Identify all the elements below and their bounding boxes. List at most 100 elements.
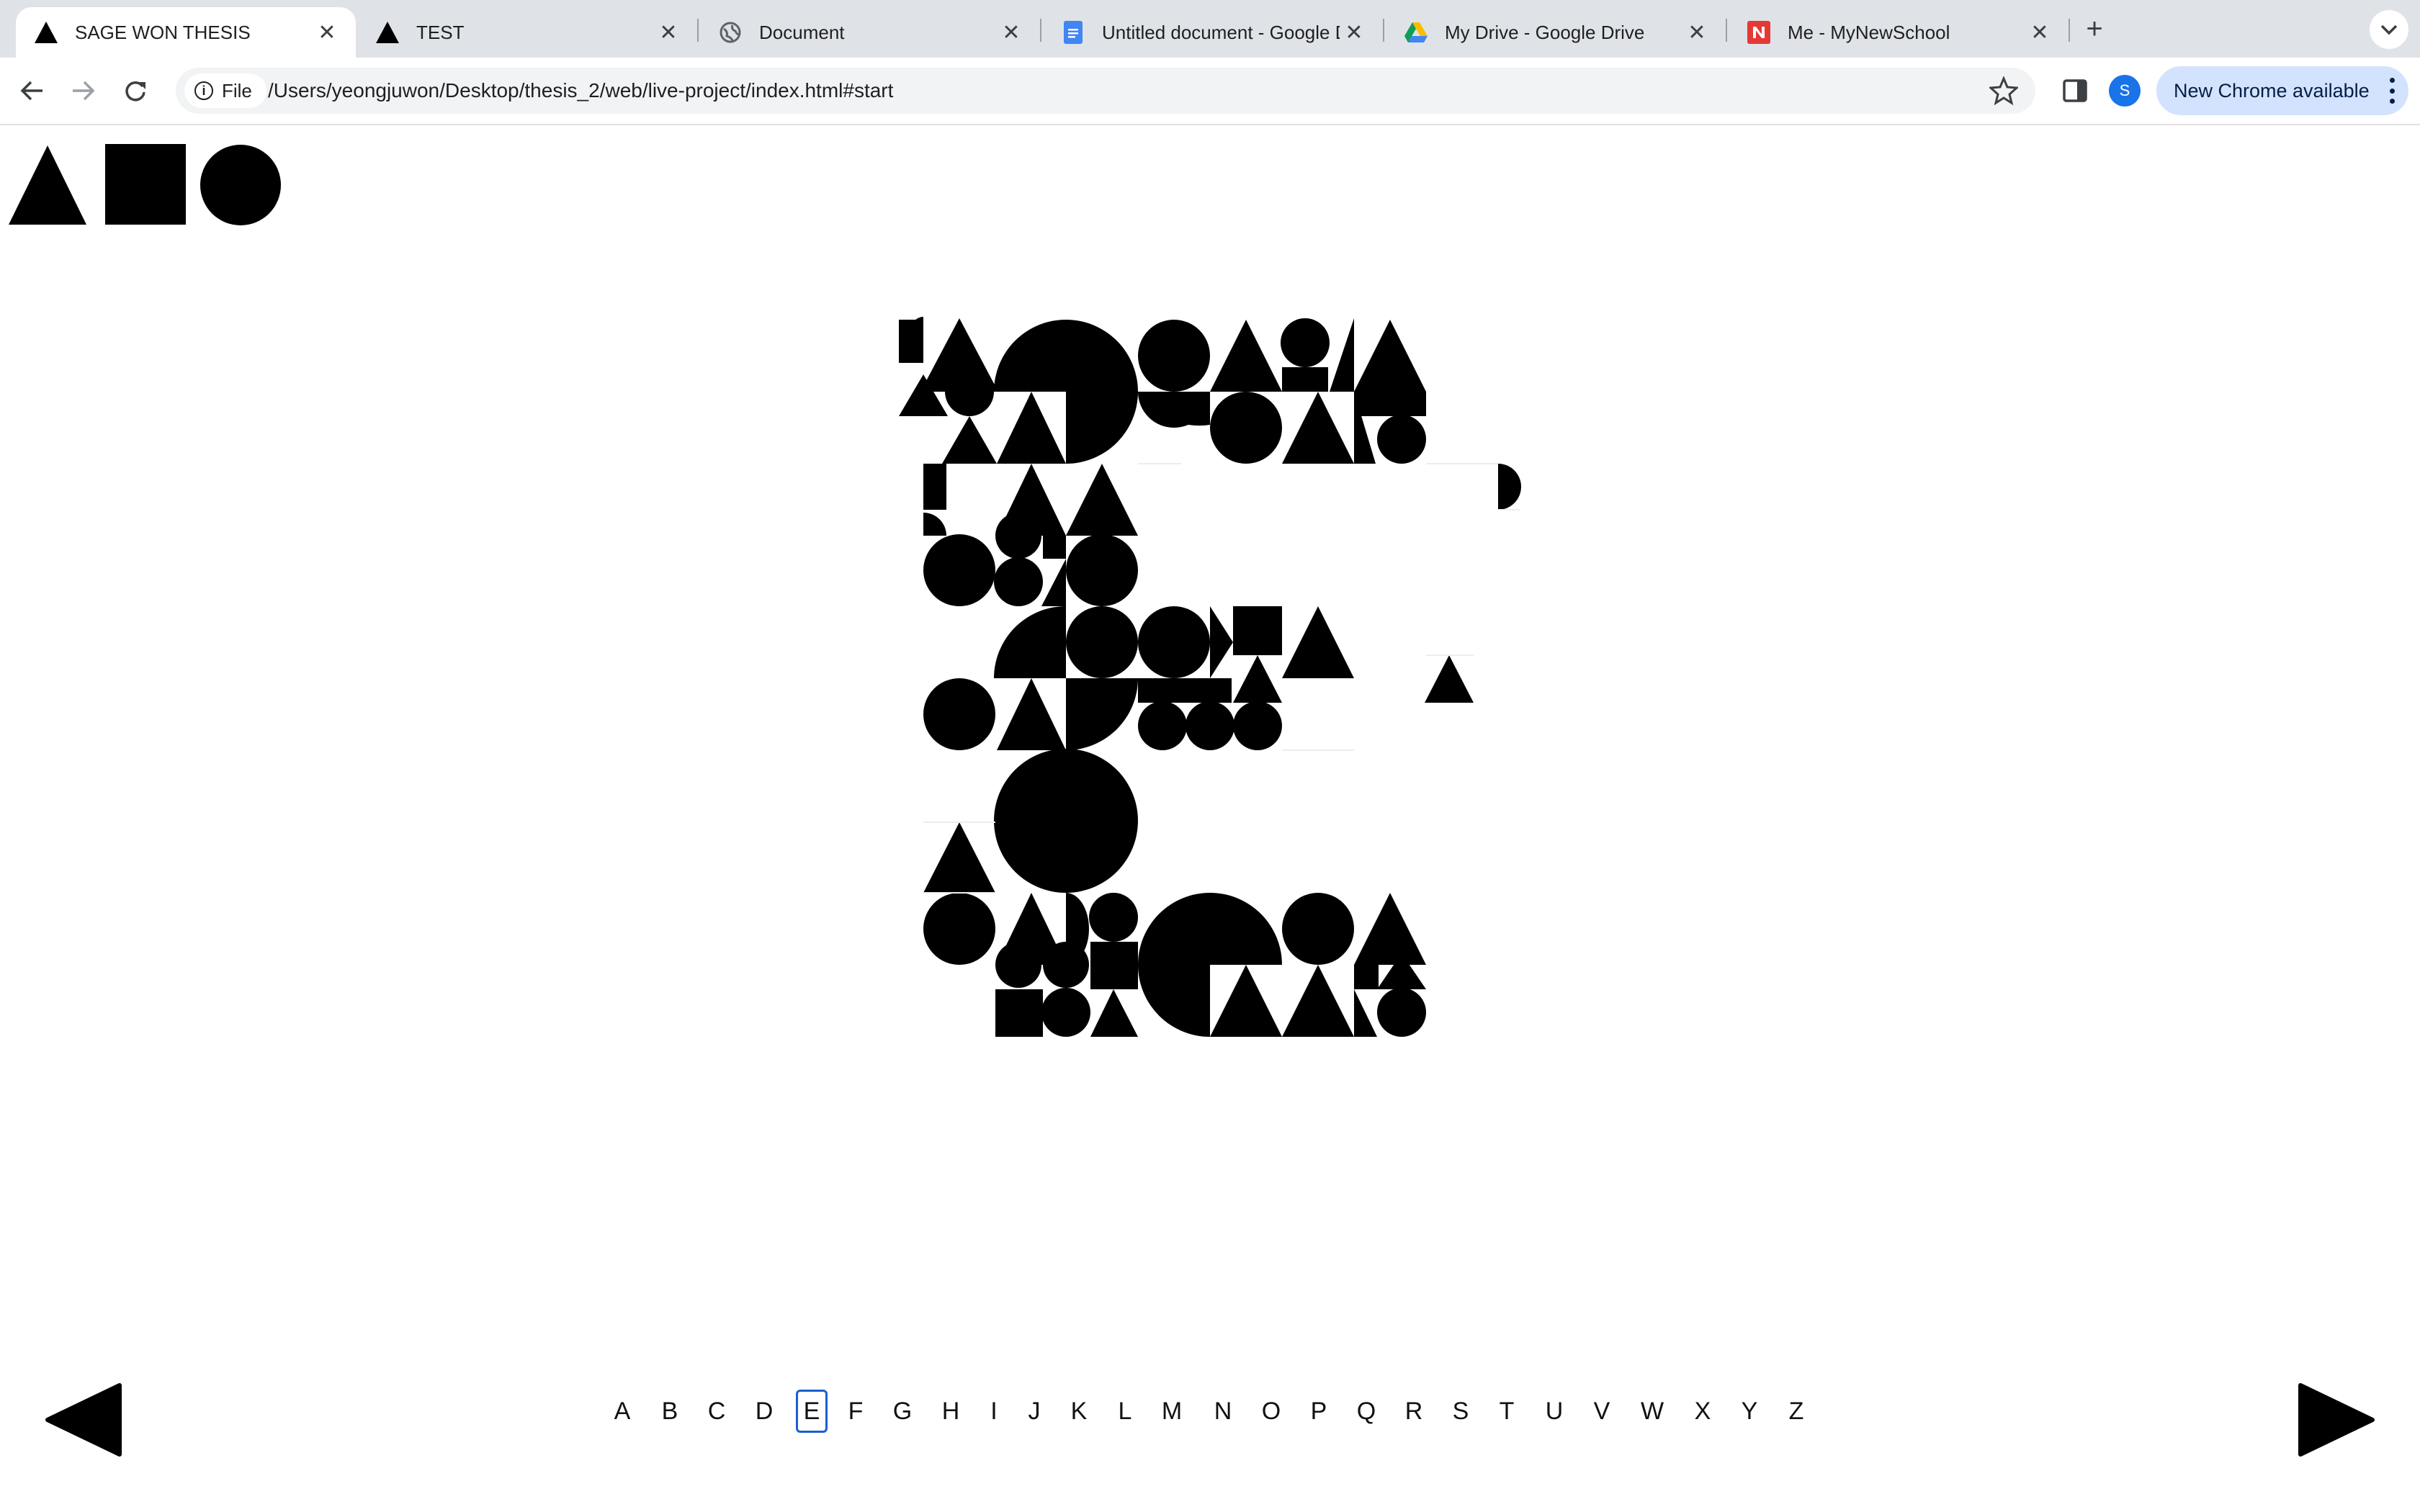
triangle-shape: [899, 374, 948, 416]
circle-shape: [923, 893, 995, 965]
triangle-shape: [1282, 606, 1354, 678]
triangle-shape: [997, 464, 1066, 536]
tab-title: TEST: [416, 21, 465, 43]
bookmark-star-icon[interactable]: [1989, 76, 2018, 105]
tab-google-drive[interactable]: My Drive - Google Drive ✕: [1386, 7, 1726, 58]
side-panel-icon[interactable]: [2058, 73, 2093, 108]
previous-letter-button[interactable]: [45, 1382, 122, 1457]
circle-shape: [1233, 701, 1282, 750]
circle-shape: [1377, 988, 1426, 1037]
chevron-down-icon: [2380, 24, 2398, 35]
square-shape: [899, 320, 923, 363]
letter-link-m[interactable]: M: [1160, 1390, 1184, 1433]
tab-test[interactable]: TEST ✕: [357, 7, 697, 58]
letter-link-p[interactable]: P: [1307, 1390, 1331, 1433]
letter-link-j[interactable]: J: [1022, 1390, 1047, 1433]
square-shape: [923, 464, 946, 510]
circle-shape: [1138, 606, 1210, 678]
tab-strip: SAGE WON THESIS ✕ TEST ✕ Document ✕ Unti…: [0, 0, 2420, 58]
close-icon[interactable]: ✕: [997, 18, 1026, 47]
letter-link-a[interactable]: A: [610, 1390, 635, 1433]
close-icon[interactable]: ✕: [1682, 18, 1711, 47]
tab-sage-won-thesis[interactable]: SAGE WON THESIS ✕: [16, 7, 356, 58]
close-icon[interactable]: ✕: [313, 18, 341, 47]
quarter-circle-shape: [1138, 392, 1210, 426]
site-info-chip[interactable]: i File: [184, 73, 266, 108]
forward-button[interactable]: [66, 73, 101, 108]
square-shape: [1233, 606, 1282, 655]
letter-link-w[interactable]: W: [1640, 1390, 1664, 1433]
letter-link-b[interactable]: B: [658, 1390, 682, 1433]
back-button[interactable]: [14, 73, 49, 108]
site-logo[interactable]: [9, 144, 282, 226]
letter-link-r[interactable]: R: [1402, 1390, 1426, 1433]
letter-link-h[interactable]: H: [938, 1390, 963, 1433]
letter-link-d[interactable]: D: [752, 1390, 776, 1433]
reload-button[interactable]: [118, 73, 153, 108]
globe-icon: [719, 21, 742, 44]
circle-shape: [1282, 893, 1354, 965]
circle-shape: [945, 367, 994, 416]
triangle-shape: [1090, 989, 1138, 1037]
google-drive-icon: [1404, 21, 1428, 44]
half-circle-shape: [1138, 392, 1210, 428]
letter-link-g[interactable]: G: [890, 1390, 915, 1433]
letter-link-v[interactable]: V: [1590, 1390, 1614, 1433]
letter-link-k[interactable]: K: [1067, 1390, 1091, 1433]
triangle-icon: [9, 145, 86, 225]
url-text[interactable]: /Users/yeongjuwon/Desktop/thesis_2/web/l…: [268, 79, 893, 102]
half-circle-shape: [1066, 893, 1089, 965]
quarter-circle-shape: [1066, 320, 1138, 392]
tab-separator: [1040, 19, 1041, 42]
square-shape: [1043, 536, 1066, 559]
letter-link-e[interactable]: E: [796, 1390, 828, 1433]
tab-search-button[interactable]: [2370, 10, 2408, 49]
square-shape: [1282, 367, 1328, 392]
letter-link-c[interactable]: C: [704, 1390, 729, 1433]
letter-link-u[interactable]: U: [1542, 1390, 1567, 1433]
letter-link-s[interactable]: S: [1448, 1390, 1473, 1433]
more-menu-icon[interactable]: [2388, 78, 2396, 104]
close-icon[interactable]: ✕: [654, 18, 683, 47]
browser-toolbar: i File /Users/yeongjuwon/Desktop/thesis_…: [0, 58, 2420, 125]
circle-shape: [1281, 318, 1330, 367]
profile-avatar[interactable]: S: [2109, 75, 2141, 107]
tab-mynewschool[interactable]: Me - MyNewSchool ✕: [1729, 7, 2069, 58]
triangle-shape: [1425, 655, 1474, 703]
letter-link-f[interactable]: F: [843, 1390, 868, 1433]
triangle-shape: [997, 392, 1066, 464]
triangle-shape: [1282, 392, 1354, 464]
tab-title: My Drive - Google Drive: [1445, 21, 1645, 43]
letter-link-q[interactable]: Q: [1354, 1390, 1379, 1433]
triangle-shape: [923, 822, 995, 893]
half-circle-shape: [908, 317, 923, 363]
letter-link-i[interactable]: I: [982, 1390, 1006, 1433]
close-icon[interactable]: ✕: [1340, 18, 1368, 47]
triangle-shape: [997, 893, 1066, 965]
tab-google-docs[interactable]: Untitled document - Google D ✕: [1043, 7, 1383, 58]
letter-link-l[interactable]: L: [1113, 1390, 1137, 1433]
tab-document[interactable]: Document ✕: [700, 7, 1040, 58]
triangle-shape: [1210, 606, 1233, 678]
letter-link-t[interactable]: T: [1494, 1390, 1519, 1433]
letter-link-y[interactable]: Y: [1737, 1390, 1762, 1433]
letter-link-o[interactable]: O: [1259, 1390, 1283, 1433]
back-arrow-icon: [20, 81, 42, 101]
next-letter-button[interactable]: [2298, 1382, 2375, 1457]
triangle-shape: [1282, 965, 1354, 1037]
address-bar[interactable]: i File /Users/yeongjuwon/Desktop/thesis_…: [176, 68, 2035, 114]
letter-link-z[interactable]: Z: [1784, 1390, 1809, 1433]
letter-link-x[interactable]: X: [1690, 1390, 1715, 1433]
triangle-shape: [1354, 320, 1426, 392]
close-icon[interactable]: ✕: [2025, 18, 2054, 47]
circle-shape: [995, 942, 1041, 988]
quarter-circle-shape: [994, 606, 1066, 678]
circle-shape: [1138, 701, 1187, 750]
square-shape: [1354, 392, 1426, 416]
letter-link-n[interactable]: N: [1211, 1390, 1235, 1433]
new-chrome-available-button[interactable]: New Chrome available: [2156, 66, 2408, 115]
triangle-shape: [1354, 392, 1376, 464]
google-docs-icon: [1062, 21, 1085, 44]
tab-separator: [1726, 19, 1727, 42]
new-tab-button[interactable]: +: [2079, 13, 2110, 45]
